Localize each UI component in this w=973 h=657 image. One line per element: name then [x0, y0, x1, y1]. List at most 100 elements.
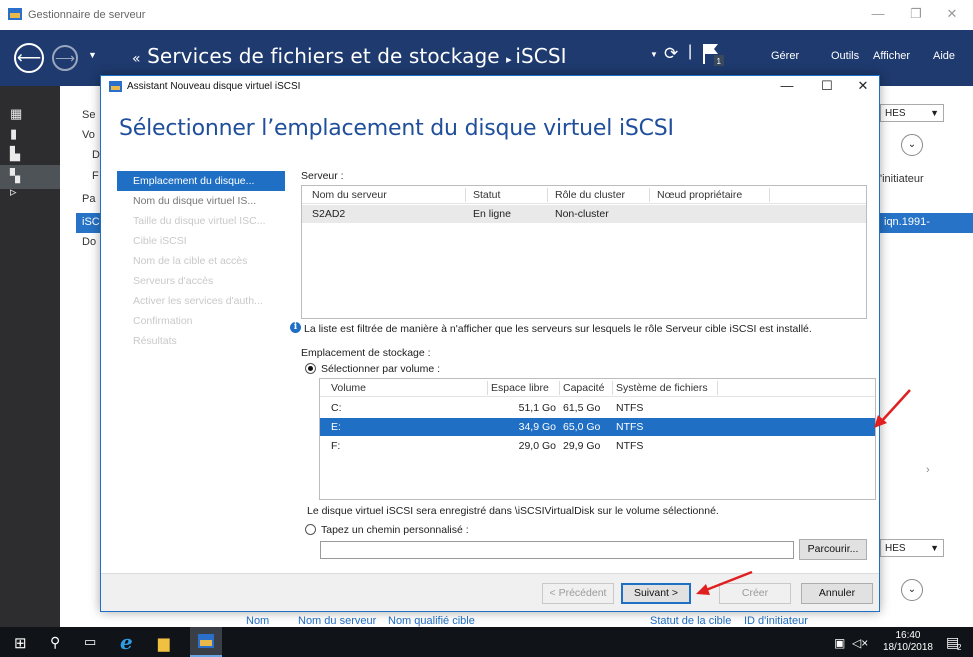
notifications-flag-icon[interactable]: 1	[700, 42, 728, 68]
radio-custom-path-label[interactable]: Tapez un chemin personnalisé :	[321, 524, 469, 536]
bg-sidebar-item[interactable]: Pa	[82, 193, 95, 205]
close-icon[interactable]: ✕	[940, 6, 964, 22]
bg-col-id-initiateur[interactable]: ID d'initiateur	[744, 615, 808, 627]
file-storage-icon[interactable]: ▚ ▹	[10, 168, 24, 199]
history-dropdown-icon[interactable]: ▼	[88, 50, 97, 60]
previous-button[interactable]: < Précédent	[542, 583, 614, 604]
bg-column-header: 'initiateur	[880, 173, 924, 185]
menu-afficher[interactable]: Afficher	[873, 50, 910, 62]
bg-sidebar-item[interactable]: Do	[82, 236, 96, 248]
clock-time: 16:40	[895, 630, 921, 641]
breadcrumb-chevron-icon: «	[132, 51, 141, 67]
cell-free-space: 51,1 Go	[518, 402, 556, 414]
bg-tasks-dropdown-2[interactable]: HES ▼	[880, 539, 944, 557]
all-servers-icon[interactable]: ▙	[10, 146, 24, 161]
dialog-minimize-icon[interactable]: —	[773, 78, 801, 93]
col-cluster-role[interactable]: Rôle du cluster	[555, 189, 625, 201]
browse-button[interactable]: Parcourir...	[799, 539, 867, 560]
annotation-arrow-volume	[874, 389, 911, 428]
menu-aide[interactable]: Aide	[933, 50, 955, 62]
step-taille: Taille du disque virtuel ISC...	[133, 215, 266, 227]
volume-table-header: Volume Espace libre Capacité Système de …	[320, 379, 875, 397]
bg-tasks-dropdown-1[interactable]: HES ▼	[880, 104, 944, 122]
cell-free-space: 29,0 Go	[518, 440, 556, 452]
bg-sidebar-item[interactable]: Se	[82, 109, 95, 121]
volume-row[interactable]: C: 51,1 Go 61,5 Go NTFS	[320, 399, 875, 417]
server-manager-title: Gestionnaire de serveur	[28, 9, 146, 21]
col-file-system[interactable]: Système de fichiers	[616, 382, 708, 394]
step-nom-cible: Nom de la cible et accès	[133, 255, 248, 267]
menu-outils[interactable]: Outils	[831, 50, 859, 62]
windows-start-icon[interactable]: ⊞	[14, 634, 27, 652]
bg-sidebar-item-iscsi[interactable]: iSC	[76, 213, 100, 233]
scroll-right-icon[interactable]: ›	[926, 464, 930, 476]
col-volume[interactable]: Volume	[331, 382, 366, 394]
custom-path-input[interactable]	[320, 541, 794, 559]
radio-select-by-volume[interactable]	[305, 363, 316, 374]
dashboard-icon[interactable]: ▦	[10, 106, 24, 121]
cell-capacity: 65,0 Go	[563, 421, 601, 433]
column-divider	[465, 188, 466, 202]
volume-table[interactable]: Volume Espace libre Capacité Système de …	[319, 378, 876, 500]
radio-select-by-volume-label[interactable]: Sélectionner par volume :	[321, 363, 440, 375]
volume-row[interactable]: F: 29,0 Go 29,9 Go NTFS	[320, 437, 875, 455]
wizard-steps: Emplacement du disque... Nom du disque v…	[117, 171, 285, 351]
dialog-maximize-icon[interactable]: ☐	[813, 78, 841, 94]
bg-selected-row[interactable]: iqn.1991-	[880, 213, 973, 233]
file-explorer-icon[interactable]: ▆	[158, 634, 170, 652]
wizard-app-icon	[109, 81, 122, 92]
bg-col-nom[interactable]: Nom	[246, 615, 269, 627]
server-manager-taskbar-button[interactable]	[190, 627, 222, 657]
internet-explorer-icon[interactable]: e	[120, 630, 133, 654]
col-status[interactable]: Statut	[473, 189, 500, 201]
breadcrumb-current: iSCSI	[515, 44, 567, 68]
nav-separator: |	[688, 43, 693, 60]
bg-col-nom-qualifie[interactable]: Nom qualifié cible	[388, 615, 475, 627]
step-emplacement[interactable]: Emplacement du disque...	[117, 171, 285, 191]
refresh-icon[interactable]: ⟳	[664, 44, 678, 64]
minimize-icon[interactable]: —	[866, 6, 890, 21]
local-server-icon[interactable]: ▮	[10, 126, 24, 141]
new-iscsi-virtual-disk-wizard: Assistant Nouveau disque virtuel iSCSI —…	[100, 75, 880, 612]
bg-col-nom-serveur[interactable]: Nom du serveur	[298, 615, 376, 627]
menu-gerer[interactable]: Gérer	[771, 50, 799, 62]
taskbar-clock[interactable]: 16:40 18/10/2018	[883, 630, 933, 654]
col-free-space[interactable]: Espace libre	[491, 382, 549, 394]
left-strip-selected	[0, 165, 60, 189]
expand-circle-icon[interactable]: ⌄	[901, 579, 923, 601]
breadcrumb-dropdown-icon[interactable]: ▼	[650, 50, 658, 59]
bg-sidebar-item[interactable]: F	[92, 170, 99, 182]
server-manager-taskbar-icon	[198, 634, 214, 648]
task-view-icon[interactable]: ▭	[84, 634, 96, 650]
annotation-arrow-next	[696, 570, 753, 595]
bg-col-statut-cible[interactable]: Statut de la cible	[650, 615, 731, 627]
cell-cluster-role: Non-cluster	[555, 208, 609, 220]
maximize-icon[interactable]: ❐	[904, 6, 928, 22]
breadcrumb-parent[interactable]: Services de fichiers et de stockage	[147, 44, 500, 68]
step-nom[interactable]: Nom du disque virtuel IS...	[117, 191, 285, 211]
search-icon[interactable]: ⚲	[50, 634, 60, 651]
column-divider	[649, 188, 650, 202]
forward-arrow-icon[interactable]: ⟶	[52, 45, 78, 71]
bg-sidebar-item[interactable]: D	[92, 149, 100, 161]
volume-muted-icon[interactable]: ◁×	[852, 636, 868, 650]
cell-server-name: S2AD2	[312, 208, 346, 220]
server-manager-titlebar: Gestionnaire de serveur — ❐ ✕	[0, 0, 973, 30]
radio-custom-path[interactable]	[305, 524, 316, 535]
server-row[interactable]: S2AD2 En ligne Non-cluster	[302, 205, 866, 223]
network-icon[interactable]: ▣	[834, 636, 845, 650]
volume-row-selected[interactable]: E: 34,9 Go 65,0 Go NTFS	[320, 418, 875, 436]
col-server-name[interactable]: Nom du serveur	[312, 189, 387, 201]
bg-sidebar-item[interactable]: Vo	[82, 129, 95, 141]
dialog-close-icon[interactable]: ✕	[849, 78, 877, 94]
back-arrow-icon[interactable]: ⟵	[14, 43, 44, 73]
col-owner-node[interactable]: Nœud propriétaire	[657, 189, 742, 201]
cancel-button[interactable]: Annuler	[801, 583, 873, 604]
col-capacity[interactable]: Capacité	[563, 382, 604, 394]
chevron-down-icon: ▼	[930, 108, 939, 118]
server-table[interactable]: Nom du serveur Statut Rôle du cluster Nœ…	[301, 185, 867, 319]
save-location-note: Le disque virtuel iSCSI sera enregistré …	[307, 505, 719, 517]
next-button[interactable]: Suivant >	[621, 583, 691, 604]
breadcrumb: « Services de fichiers et de stockage ▸ …	[132, 44, 567, 68]
expand-circle-icon[interactable]: ⌄	[901, 134, 923, 156]
